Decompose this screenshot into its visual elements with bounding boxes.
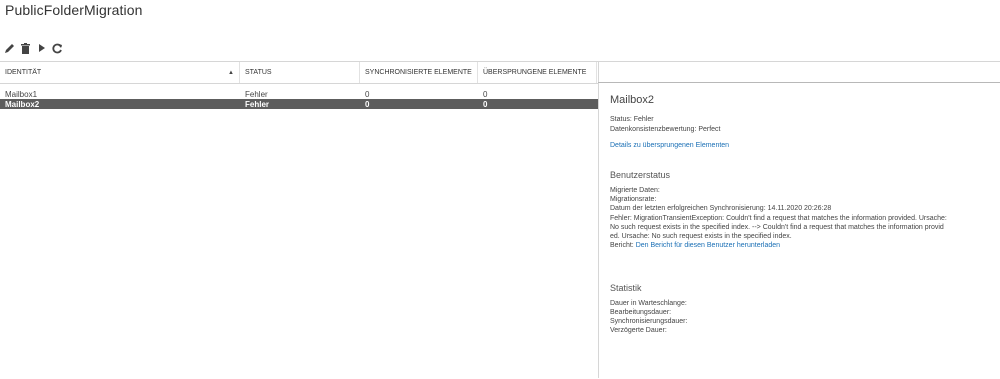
delayed-duration-text: Verzögerte Dauer: <box>610 327 667 334</box>
page-title: PublicFolderMigration <box>5 2 143 18</box>
column-header-skipped[interactable]: ÜBERSPRUNGENE ELEMENTE <box>478 62 597 83</box>
last-sync-text: Datum der letzten erfolgreichen Synchron… <box>610 205 832 212</box>
play-icon[interactable] <box>36 42 47 54</box>
cell-synced: 0 <box>365 99 370 109</box>
details-title: Mailbox2 <box>610 94 655 106</box>
migrated-data-text: Migrierte Daten: <box>610 187 660 194</box>
consistency-text: Datenkonsistenzbewertung: Perfect <box>610 126 721 133</box>
migration-rate-text: Migrationsrate: <box>610 196 657 203</box>
column-header-synced[interactable]: SYNCHRONISIERTE ELEMENTE <box>360 62 478 83</box>
cell-status: Fehler <box>245 89 268 99</box>
column-header-identity[interactable]: IDENTITÄT ▲ <box>0 62 240 83</box>
cell-skipped: 0 <box>483 89 488 99</box>
statistics-heading: Statistik <box>610 283 642 293</box>
skipped-items-link[interactable]: Details zu übersprungenen Elementen <box>610 142 729 149</box>
cell-identity: Mailbox2 <box>5 99 40 109</box>
error-text-line-2: No such request exists in the specified … <box>610 224 944 231</box>
grid-body: Mailbox1 Fehler 0 0 Mailbox2 Fehler 0 0 <box>0 84 598 109</box>
table-row[interactable]: Mailbox1 Fehler 0 0 <box>0 89 598 99</box>
sort-ascending-icon: ▲ <box>228 69 234 76</box>
status-text: Status: Fehler <box>610 116 654 123</box>
cell-skipped: 0 <box>483 99 488 109</box>
column-header-status[interactable]: STATUS <box>240 62 360 83</box>
pencil-icon[interactable] <box>4 42 15 54</box>
grid-header: IDENTITÄT ▲ STATUS SYNCHRONISIERTE ELEME… <box>0 61 598 84</box>
toolbar <box>4 41 63 55</box>
queue-duration-text: Dauer in Warteschlange: <box>610 300 687 307</box>
details-pane: Mailbox2 Status: Fehler Datenkonsistenzb… <box>598 82 1000 379</box>
cell-identity: Mailbox1 <box>5 89 38 99</box>
sync-duration-text: Synchronisierungsdauer: <box>610 318 688 325</box>
error-text-line-3: ed. Ursache: No such request exists in t… <box>610 233 792 240</box>
refresh-icon[interactable] <box>52 42 63 54</box>
report-label: Bericht: <box>610 242 634 249</box>
user-status-heading: Benutzerstatus <box>610 170 671 180</box>
report-line: Bericht: Den Bericht für diesen Benutzer… <box>610 242 780 249</box>
table-row-selected[interactable]: Mailbox2 Fehler 0 0 <box>0 99 598 109</box>
cell-status: Fehler <box>245 99 270 109</box>
cell-synced: 0 <box>365 89 370 99</box>
migration-grid: IDENTITÄT ▲ STATUS SYNCHRONISIERTE ELEME… <box>0 61 599 378</box>
details-header-strip <box>598 61 1000 83</box>
download-report-link[interactable]: Den Bericht für diesen Benutzer herunter… <box>636 242 780 249</box>
trash-icon[interactable] <box>20 42 31 54</box>
processing-duration-text: Bearbeitungsdauer: <box>610 309 672 316</box>
error-text-line-1: Fehler: MigrationTransientException: Cou… <box>610 215 947 222</box>
